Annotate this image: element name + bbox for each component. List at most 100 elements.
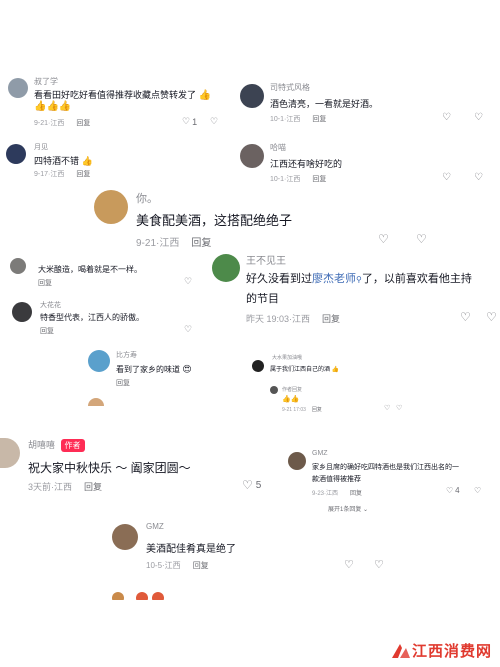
commenter-name[interactable]: 月见 (34, 142, 48, 152)
avatar[interactable] (10, 258, 26, 274)
reply-button[interactable]: 回复 (312, 116, 326, 123)
comment-time: 10-1·江西 (270, 176, 301, 183)
comment-meta: 10-5·江西 回复 (146, 560, 209, 571)
author-reply-label: 作者回复 (282, 387, 303, 393)
like-count: 1 (192, 116, 198, 127)
dislike-button[interactable]: ♡ (486, 310, 497, 324)
avatar[interactable] (0, 438, 20, 468)
reply-button[interactable]: 回复 (350, 491, 362, 497)
avatar[interactable] (270, 386, 278, 394)
reply-button[interactable]: 回复 (116, 380, 130, 387)
comment-text: 江西还有啥好吃的 (270, 159, 343, 169)
comment-text: 属于我们江西自己的酒 👍 (270, 364, 339, 373)
comment-time: 3天前·江西 (28, 482, 73, 492)
dislike-button[interactable]: ♡ (416, 232, 427, 246)
expand-replies-button[interactable]: 展开1条回复 ⌄ (328, 504, 368, 513)
avatar[interactable] (94, 190, 128, 224)
commenter-name[interactable]: 叔了学 (34, 76, 58, 87)
like-button[interactable]: ♡ (344, 558, 354, 571)
thumbs-up-emoji-icon: 👍 (81, 156, 93, 166)
comment-meta: 回复 (116, 378, 130, 388)
commenter-name[interactable]: 司特式风格 (270, 82, 310, 93)
dislike-button[interactable]: ♡ (474, 172, 483, 183)
commenter-name[interactable]: GMZ (312, 450, 328, 457)
like-button[interactable]: ♡ 1 (182, 116, 197, 127)
like-button[interactable]: ♡ (384, 404, 390, 412)
site-logo-icon (391, 643, 410, 658)
like-button[interactable]: ♡ (378, 232, 389, 246)
broken-heart-icon: ♡ (210, 116, 219, 126)
emoji-reply: 👍👍 (282, 395, 299, 403)
comment-card-1: 叔了学 看看田好吃好看值得推荐收藏点赞转发了 👍 👍👍👍 9-21·江西 回复 ♡… (0, 70, 238, 134)
dislike-button[interactable]: ♡ (474, 486, 481, 495)
comment-meta: 昨天 19:03·江西 回复 (246, 312, 340, 325)
commenter-name[interactable]: 你。 (136, 190, 158, 206)
avatar (88, 398, 104, 406)
commenter-name[interactable]: 比方寿 (116, 350, 137, 360)
reply-button[interactable]: 回复 (40, 328, 54, 335)
commenter-name[interactable]: GMZ (146, 522, 164, 531)
avatar[interactable] (240, 144, 264, 168)
comment-meta: 10-1·江西 回复 (270, 114, 326, 124)
mention-link[interactable]: 廖杰老师 (312, 273, 356, 285)
comment-meta: 回复 (40, 326, 54, 336)
avatar (112, 592, 124, 600)
commenter-name[interactable]: 大花花 (40, 300, 61, 310)
heart-outline-icon: ♡ (446, 486, 454, 495)
comment-text-body: 看看田好吃好看值得推荐收藏点赞转发了 (34, 90, 197, 100)
reply-button[interactable]: 回复 (312, 176, 326, 183)
dislike-button[interactable]: ♡ (210, 116, 218, 127)
avatar[interactable] (12, 302, 32, 322)
reply-button[interactable]: 回复 (312, 407, 322, 413)
comment-card-10: 大水果加油哦 属于我们江西自己的酒 👍 作者回复 👍👍 9-21 17:03 回复… (246, 348, 408, 422)
dislike-button[interactable]: ♡ (396, 404, 402, 412)
heart-outline-icon: ♡ (378, 232, 389, 246)
reply-button[interactable]: 回复 (84, 482, 102, 492)
reply-button[interactable]: 回复 (76, 171, 90, 178)
avatar[interactable] (240, 84, 264, 108)
reply-button[interactable]: 回复 (191, 238, 211, 249)
comment-time: 10-1·江西 (270, 116, 301, 123)
avatar[interactable] (88, 350, 110, 372)
commenter-name[interactable]: 大水果加油哦 (272, 354, 302, 361)
like-button[interactable]: ♡ 4 (446, 486, 460, 495)
comment-card-2: 司特式风格 酒色清亮，一看就是好酒。 10-1·江西 回复 ♡ ♡ (238, 78, 500, 130)
partial-avatar-row (112, 590, 172, 600)
like-button[interactable]: ♡ (442, 112, 451, 123)
comment-card-5: 你。 美食配美酒，这搭配绝绝子 9-21·江西 回复 ♡ ♡ (86, 186, 446, 252)
dislike-button[interactable]: ♡ (474, 112, 483, 123)
like-button[interactable]: ♡ (460, 310, 471, 324)
comment-text: 美食配美酒，这搭配绝绝子 (136, 213, 293, 228)
comment-text: 四特酒不错 👍 (34, 154, 93, 167)
like-button[interactable]: ♡ (184, 276, 192, 287)
heart-outline-icon: ♡ (344, 559, 354, 571)
comment-meta: 9-17·江西 回复 (34, 169, 90, 179)
comment-card-9: 比方寿 看到了家乡的味道 😍 回复 (84, 346, 240, 406)
dislike-button[interactable]: ♡ (374, 558, 384, 571)
reply-button[interactable]: 回复 (76, 120, 90, 127)
reply-button[interactable]: 回复 (38, 280, 52, 287)
like-button[interactable]: ♡ (442, 172, 451, 183)
like-button[interactable]: ♡ 5 (242, 478, 261, 492)
thumbs-up-emoji-icon: 👍 (331, 367, 340, 373)
watermark-text: 江西消费网 (411, 642, 492, 660)
comment-text-body: 四特酒不错 (34, 156, 80, 166)
avatar[interactable] (112, 524, 138, 550)
avatar[interactable] (8, 78, 28, 98)
heart-outline-icon: ♡ (182, 116, 191, 126)
heart-eyes-emoji-icon: 😍 (182, 364, 192, 374)
reply-button[interactable]: 回复 (193, 561, 209, 570)
avatar[interactable] (6, 144, 26, 164)
avatar[interactable] (252, 360, 264, 372)
like-button[interactable]: ♡ (184, 324, 192, 335)
commenter-name[interactable]: 胡嘻嘻 作者 (28, 438, 85, 453)
broken-heart-icon: ♡ (474, 172, 483, 183)
reply-button[interactable]: 回复 (322, 314, 340, 324)
comment-card-8: 大花花 特香型代表，江西人的骄傲。 回复 ♡ (0, 298, 206, 342)
commenter-name[interactable]: 王不见王 (246, 252, 286, 267)
commenter-name[interactable]: 哈喵 (270, 142, 286, 153)
avatar[interactable] (212, 254, 240, 282)
comment-text: 特香型代表，江西人的骄傲。 (40, 313, 144, 322)
avatar[interactable] (288, 452, 306, 470)
comment-card-7: 王不见王 好久没看到过廖杰老师⚲了，以前喜欢看他主持 的节目 昨天 19:03·… (206, 250, 500, 330)
